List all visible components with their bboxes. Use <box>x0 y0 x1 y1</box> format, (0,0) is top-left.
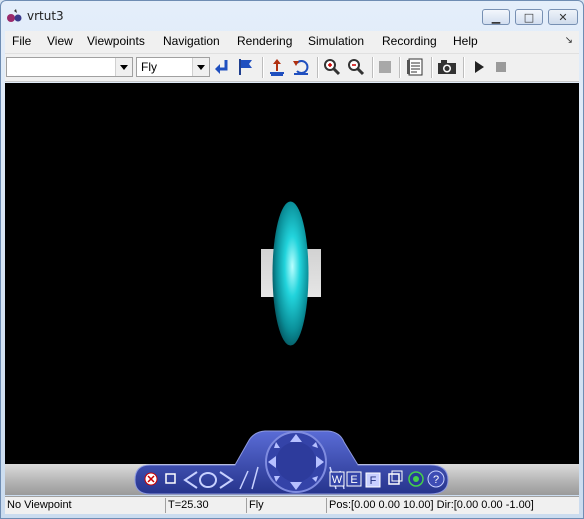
maximize-button[interactable]: □ <box>515 9 543 25</box>
close-icon: ✕ <box>558 10 568 24</box>
chevron-down-icon[interactable] <box>192 58 209 76</box>
menu-view[interactable]: View <box>47 34 73 48</box>
window-title: vrtut3 <box>27 9 64 23</box>
camera-snapshot-icon[interactable] <box>437 57 457 77</box>
chevron-down-icon[interactable] <box>115 58 132 76</box>
menu-file[interactable]: File <box>12 34 31 48</box>
menu-overflow-arrow-icon[interactable]: ↘ <box>565 35 573 46</box>
navigation-mode-value: Fly <box>141 60 157 74</box>
menu-recording[interactable]: Recording <box>382 34 437 48</box>
toolbar-separator <box>372 57 374 78</box>
toolbar-separator <box>262 57 264 78</box>
zoom-out-button[interactable] <box>346 57 366 77</box>
close-button[interactable]: ✕ <box>548 9 578 25</box>
menu-help[interactable]: Help <box>453 34 478 48</box>
app-window: vrtut3 ▁ □ ✕ File View Viewpoints Naviga… <box>0 0 584 519</box>
viewpoint-dropdown[interactable] <box>6 57 133 77</box>
minimize-button[interactable]: ▁ <box>482 9 510 25</box>
examine-mode-label: E <box>350 474 357 486</box>
toolbar-separator <box>317 57 319 78</box>
vr-app-icon <box>7 9 22 22</box>
undo-move-button[interactable] <box>291 57 311 77</box>
play-icon[interactable] <box>469 57 489 77</box>
minimize-icon: ▁ <box>491 10 501 24</box>
menu-rendering[interactable]: Rendering <box>237 34 292 48</box>
return-to-viewpoint-button[interactable] <box>212 57 232 77</box>
walk-mode-label: W <box>332 474 343 486</box>
status-bar: No Viewpoint T=25.30 Fly Pos:[0.00 0.00 … <box>5 496 579 514</box>
toolbar-separator <box>431 57 433 78</box>
fly-mode-label: F <box>370 475 377 487</box>
stop-icon[interactable] <box>491 57 511 77</box>
maximize-icon: □ <box>523 10 535 24</box>
headlight-toggle-button[interactable] <box>375 57 395 77</box>
menu-viewpoints[interactable]: Viewpoints <box>87 34 145 48</box>
status-nav-mode: Fly <box>247 498 327 513</box>
menu-bar: File View Viewpoints Navigation Renderin… <box>5 31 579 54</box>
scene-viewport[interactable]: W E F ? <box>5 83 579 495</box>
help-nav-label: ? <box>433 474 439 486</box>
zoom-in-button[interactable] <box>322 57 342 77</box>
toolbar-separator <box>399 57 401 78</box>
create-viewpoint-flag-button[interactable] <box>236 57 256 77</box>
menu-navigation[interactable]: Navigation <box>163 34 220 48</box>
toolbar: Fly <box>5 54 579 82</box>
straighten-up-button[interactable] <box>267 57 287 77</box>
status-position-direction: Pos:[0.00 0.00 10.00] Dir:[0.00 0.00 -1.… <box>329 499 534 511</box>
toolbar-separator <box>463 57 465 78</box>
status-time: T=25.30 <box>166 498 247 513</box>
navigation-panel: W E F ? <box>134 430 449 495</box>
menu-simulation[interactable]: Simulation <box>308 34 364 48</box>
status-viewpoint: No Viewpoint <box>5 498 166 513</box>
record-edit-button[interactable] <box>405 57 425 77</box>
title-bar: vrtut3 ▁ □ ✕ <box>1 1 583 31</box>
navigation-mode-dropdown[interactable]: Fly <box>136 57 210 77</box>
cyan-ellipsoid-object[interactable] <box>272 201 309 346</box>
